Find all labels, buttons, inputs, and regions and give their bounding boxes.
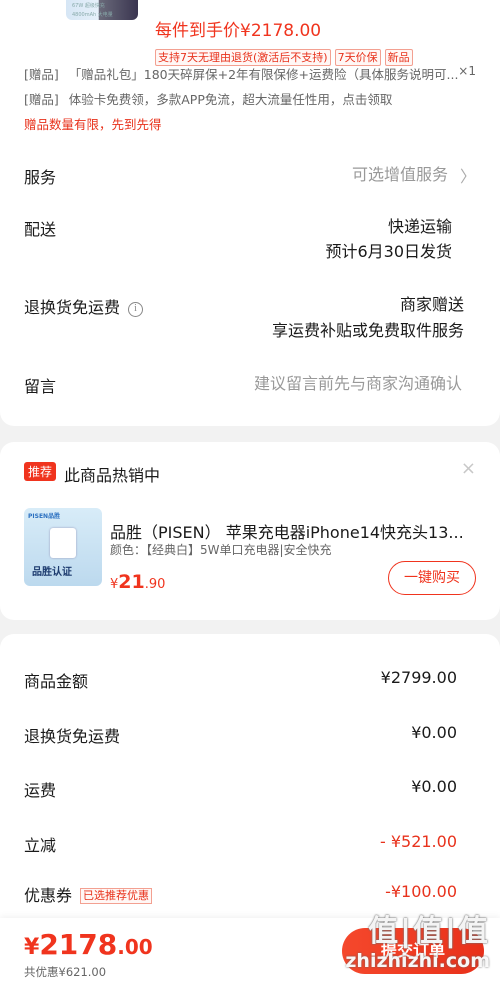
summary-label: 运费 — [24, 781, 57, 800]
charger-icon — [50, 528, 76, 558]
gift-text: 体验卡免费领，多款APP免流，超大流量任性用，点击领取 — [68, 92, 393, 107]
summary-label: 商品金额 — [24, 672, 89, 691]
return-fee-label-text: 退换货免运费 — [24, 298, 121, 317]
summary-value: ¥2799.00 — [380, 668, 457, 687]
summary-value: ¥0.00 — [411, 723, 457, 742]
coupon-value[interactable]: -¥100.00 — [385, 882, 457, 901]
coupon-tag: 已选推荐优惠 — [80, 888, 153, 904]
delivery-date: 预计6月30日发货 — [325, 242, 452, 261]
brand-logo: PISEN品胜 — [28, 513, 61, 520]
chevron-right-icon[interactable]: 〉 — [460, 163, 476, 187]
info-icon[interactable]: i — [128, 302, 144, 317]
summary-label: 立减 — [24, 836, 57, 855]
recommend-product-name[interactable]: 品胜（PISEN） 苹果充电器iPhone14快充头13... — [110, 519, 480, 543]
coupon-row[interactable]: 优惠券 已选推荐优惠 — [24, 882, 153, 906]
return-fee-value: 商家赠送 — [399, 295, 464, 314]
coupon-label: 优惠券 — [24, 886, 73, 905]
close-icon[interactable]: × — [461, 458, 476, 479]
thumb-text: 4800mAh 大电量 — [72, 12, 113, 18]
summary-value: ¥0.00 — [411, 777, 457, 796]
gift-row[interactable]: [赠品] 体验卡免费领，多款APP免流，超大流量任性用，点击领取 — [24, 89, 392, 108]
delivery-label: 配送 — [24, 220, 57, 239]
price-decimal: .90 — [144, 577, 166, 592]
gift-row[interactable]: [赠品] 「赠品礼包」180天碎屏保+2年有限保修+运费险（具体服务说明可... — [24, 64, 458, 83]
thumb-text: 67W 超级快充 — [72, 3, 105, 9]
delivery-method[interactable]: 快递运输 — [388, 214, 452, 240]
recommend-title: 此商品热销中 — [64, 466, 161, 485]
recommend-badge: 推荐 — [24, 462, 57, 481]
gift-qty: ×1 — [458, 64, 476, 78]
unit-price: 每件到手价¥2178.00 — [155, 21, 322, 41]
watermark-logo: 值|值|值 — [368, 914, 490, 949]
total-symbol: ¥ — [24, 935, 40, 960]
recommend-card: 推荐 此商品热销中 × PISEN品胜 品胜认证 品胜（PISEN） 苹果充电器… — [0, 442, 500, 620]
recommend-product-image[interactable]: PISEN品胜 品胜认证 — [24, 508, 102, 586]
message-label: 留言 — [24, 377, 57, 396]
gift-tag: [赠品] — [24, 92, 59, 107]
total-saved: 共优惠¥621.00 — [24, 965, 107, 979]
service-value[interactable]: 可选增值服务 — [352, 162, 448, 188]
recommend-price: ¥21.90 — [110, 571, 165, 593]
total-price: ¥2178.00 — [24, 928, 153, 961]
gift-text: 「赠品礼包」180天碎屏保+2年有限保修+运费险（具体服务说明可... — [68, 67, 459, 82]
watermark: 值|值|值 zhizhizhi.com — [334, 906, 494, 982]
product-thumbnail[interactable]: 67W 超级快充 4800mAh 大电量 — [66, 0, 138, 20]
gift-warning: 赠品数量有限，先到先得 — [24, 117, 162, 132]
recommend-product-spec: 颜色：【经典白】5W单口充电器|安全快充 — [110, 543, 332, 557]
total-integer: 2178 — [39, 928, 118, 961]
watermark-site: zhizhizhi.com — [345, 950, 490, 972]
return-fee-label: 退换货免运费 i — [24, 294, 144, 318]
price-integer: 21 — [118, 571, 145, 593]
order-item-card: 67W 超级快充 4800mAh 大电量 每件到手价¥2178.00 支持7天无… — [0, 0, 500, 426]
gift-tag: [赠品] — [24, 67, 59, 82]
return-fee-detail: 享运费补贴或免费取件服务 — [271, 321, 464, 340]
buy-now-button[interactable]: 一键购买 — [388, 561, 476, 595]
message-input[interactable]: 建议留言前先与商家沟通确认 — [254, 371, 462, 397]
discount-value: - ¥521.00 — [379, 832, 457, 851]
summary-label: 退换货免运费 — [24, 727, 121, 746]
cert-label: 品胜认证 — [32, 567, 72, 578]
service-label: 服务 — [24, 168, 57, 187]
total-decimal: .00 — [117, 935, 153, 959]
